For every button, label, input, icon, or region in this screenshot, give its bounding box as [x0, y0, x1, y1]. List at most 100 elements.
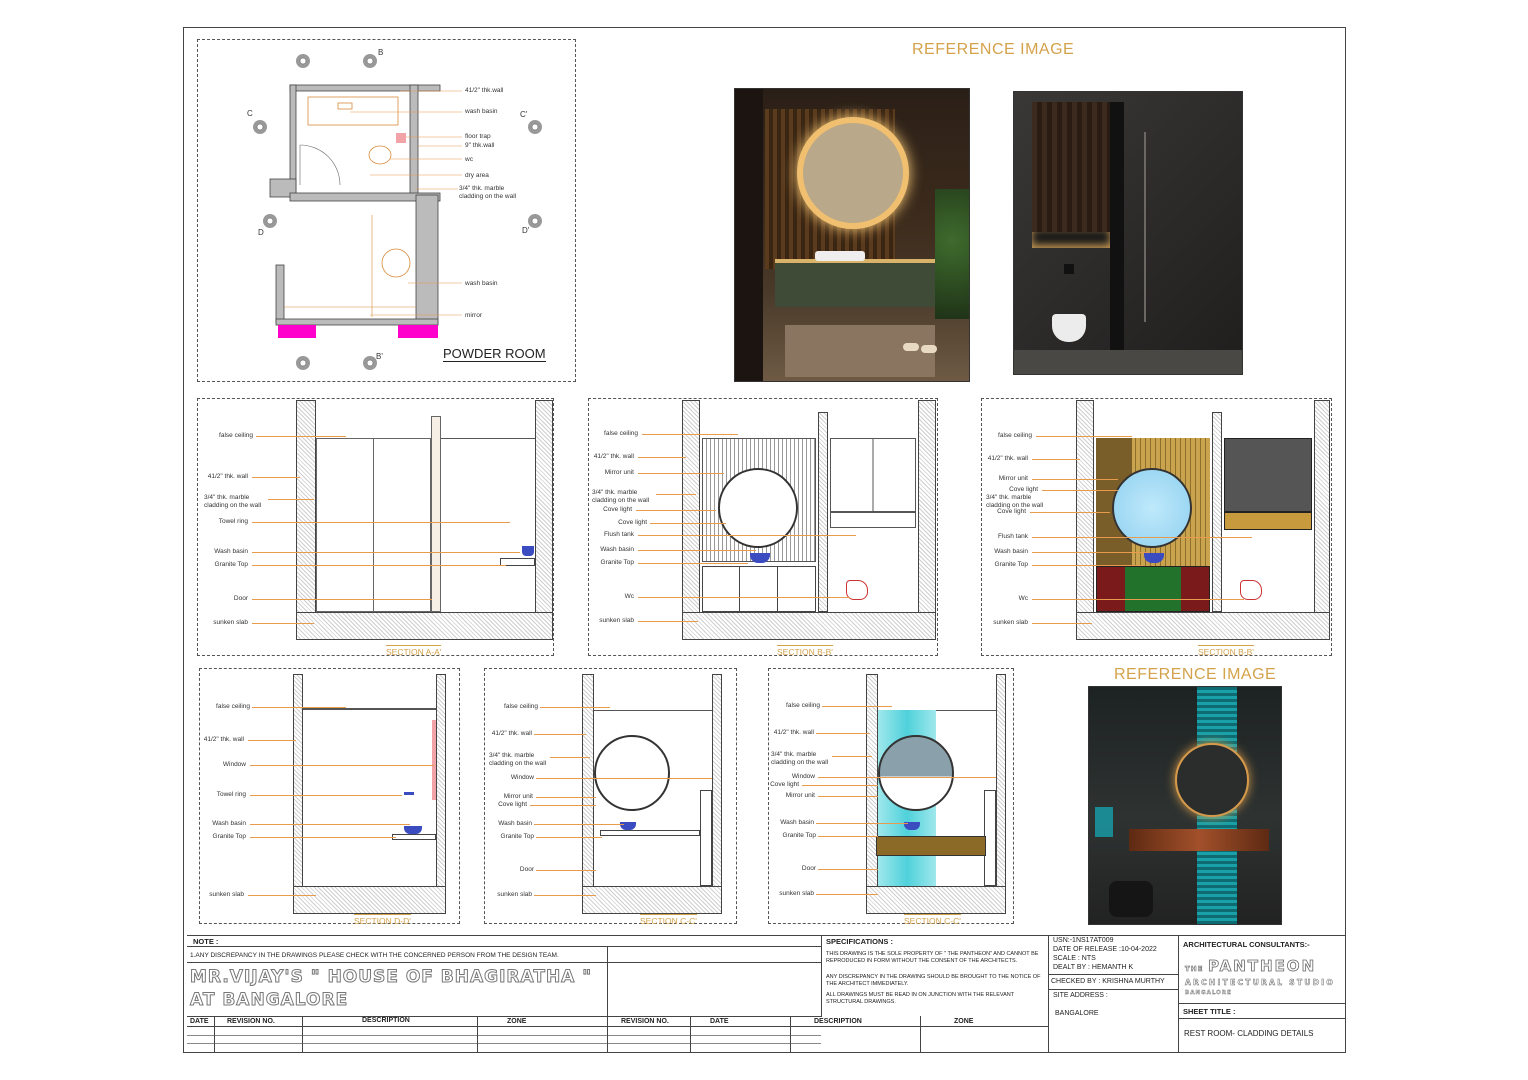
rev-header: DATE	[710, 1018, 729, 1025]
section-bb1-caption: SECTION B-B'	[777, 645, 833, 657]
section-bb1-wall-right	[918, 400, 936, 640]
section-cc2-label: Window	[791, 773, 815, 780]
release-date: DATE OF RELEASE :10-04-2022	[1053, 946, 1157, 953]
section-dd-label: sunken slab	[209, 891, 244, 898]
section-cc2-label: 41/2" thk. wall	[773, 729, 814, 736]
leader-line	[252, 623, 314, 624]
leader-line	[256, 436, 346, 437]
section-cc1-label: 3/4" thk. marble	[489, 752, 535, 759]
plan-label: wash basin	[465, 280, 498, 287]
reference-photo-vanity	[734, 88, 970, 382]
section-cc1-label: Mirror unit	[503, 793, 533, 800]
rule	[1048, 935, 1049, 1052]
leader-line	[536, 797, 596, 798]
section-dd-slab	[293, 886, 446, 914]
rule	[187, 1035, 821, 1036]
wc-icon	[1240, 580, 1262, 600]
leader-line	[252, 477, 300, 478]
usn: USN:-1NS17AT009	[1053, 937, 1114, 944]
leader-line	[534, 824, 624, 825]
section-cc2-label: Cove light	[770, 781, 799, 788]
section-bb2-slab	[1076, 612, 1330, 640]
section-cc2-wall-left	[866, 674, 878, 914]
checked-by: CHECKED BY : KRISHNA MURTHY	[1051, 978, 1165, 985]
section-aa-label: Granite Top	[214, 561, 248, 568]
rule	[187, 962, 821, 963]
leader-line	[248, 740, 296, 741]
section-bb2-label: Granite Top	[994, 561, 1028, 568]
rule	[1048, 989, 1178, 990]
section-aa-label: 41/2" thk. wall	[207, 473, 248, 480]
section-bb2-label: Wc	[1018, 595, 1028, 602]
section-bb2-label: sunken slab	[993, 619, 1028, 626]
leader-line	[650, 523, 726, 524]
section-bb1-label: Cove light	[603, 506, 632, 513]
section-bb1-label: Granite Top	[600, 559, 634, 566]
section-dd-label: Wash basin	[212, 820, 246, 827]
plan-label: 41/2" thk.wall	[465, 87, 504, 94]
leader-line	[1032, 565, 1142, 566]
leader-line	[638, 457, 686, 458]
section-cc1-label: Granite Top	[500, 833, 534, 840]
section-cc1-label: Cove light	[498, 801, 527, 808]
section-cc2-label: Wash basin	[780, 819, 814, 826]
spec-text-2: ANY DISCREPANCY IN THE DRAWING SHOULD BE…	[826, 974, 1041, 987]
section-aa-label: false ceiling	[219, 432, 253, 439]
section-cc1-ceiling	[594, 690, 712, 711]
plan-label: wash basin	[465, 108, 498, 115]
plan-title: POWDER ROOM	[443, 346, 546, 362]
leader-line	[534, 895, 596, 896]
section-cc2-caption: SECTION C-C'	[904, 914, 961, 926]
rule	[690, 1016, 691, 1052]
section-bb2-label: Flush tank	[998, 533, 1028, 540]
consultants-label: ARCHITECTURAL CONSULTANTS:-	[1183, 940, 1310, 949]
leader-line	[1032, 479, 1118, 480]
rule	[1178, 1018, 1346, 1019]
section-cc1-wall-right	[712, 674, 722, 914]
marker-c: C	[247, 109, 253, 118]
section-cc2-label: cladding on the wall	[771, 759, 829, 766]
section-cc2-label: 3/4" thk. marble	[771, 751, 817, 758]
section-cc2-label: Door	[801, 865, 816, 872]
reference-title: REFERENCE IMAGE	[1114, 666, 1277, 683]
section-bb1-label: Mirror unit	[604, 469, 634, 476]
section-bb1-label: 3/4" thk. marble	[592, 489, 638, 496]
rule	[821, 1026, 1048, 1027]
section-bb1-slab	[682, 612, 936, 640]
section-cc2-counter	[876, 836, 986, 856]
section-dd-label: Granite Top	[212, 833, 246, 840]
section-cc2-label: Mirror unit	[785, 792, 815, 799]
section-cc2-label: Granite Top	[782, 832, 816, 839]
section-bb1-label: 41/2" thk. wall	[593, 453, 634, 460]
section-bb2-partition	[1212, 412, 1222, 612]
section-bb2-label: 3/4" thk. marble	[986, 494, 1032, 501]
rule	[607, 1016, 608, 1052]
towel-ring-icon	[404, 792, 414, 795]
leader-line	[656, 494, 696, 495]
section-bb1-shelf	[830, 512, 916, 528]
section-aa-label: 3/4" thk. marble	[204, 494, 250, 501]
leader-line	[802, 785, 878, 786]
section-cc1-label: sunken slab	[497, 891, 532, 898]
section-bb1-mirror	[718, 468, 798, 548]
leader-line	[642, 434, 738, 435]
section-dd-window	[432, 720, 436, 800]
section-bb2-vanity-left	[1097, 567, 1125, 611]
leader-line	[268, 499, 314, 500]
leader-line	[822, 706, 892, 707]
section-bb2-wall-right	[1314, 400, 1330, 640]
leader-line	[536, 778, 712, 779]
section-bb1-partition	[818, 412, 828, 612]
titleblock-top-rule	[187, 935, 1346, 936]
leader-line	[818, 796, 878, 797]
spec-text-3: ALL DRAWINGS MUST BE READ IN ON JUNCTION…	[826, 992, 1015, 1005]
leader-line	[540, 707, 610, 708]
leader-line	[534, 734, 586, 735]
leader-line	[638, 621, 698, 622]
leader-line	[1030, 512, 1110, 513]
section-cc1-slab	[582, 886, 722, 914]
leader-line	[530, 805, 596, 806]
leader-line	[832, 756, 872, 757]
section-bb2-label: Cove light	[997, 508, 1026, 515]
section-bb2-label: Wash basin	[994, 548, 1028, 555]
